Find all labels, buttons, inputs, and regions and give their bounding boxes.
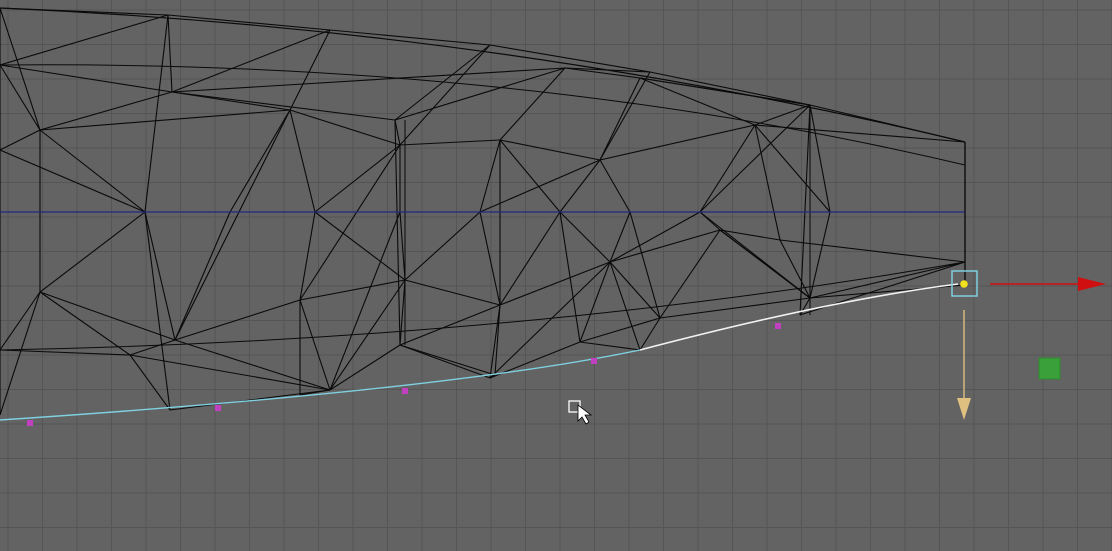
mesh-edge[interactable] [559, 211, 581, 343]
mesh-edge[interactable] [699, 211, 811, 299]
mesh-edge[interactable] [559, 211, 611, 263]
pivot-point-icon[interactable] [960, 280, 968, 288]
mesh-edge[interactable] [754, 124, 831, 213]
selected-vertex[interactable] [27, 420, 33, 426]
mesh-edge[interactable] [699, 124, 756, 213]
mesh-edge[interactable] [329, 279, 406, 391]
selected-vertex[interactable] [402, 388, 408, 394]
mesh-edge[interactable] [399, 304, 501, 346]
mesh-edge[interactable] [171, 29, 331, 93]
mesh-edge[interactable] [699, 104, 811, 213]
mesh-edge[interactable] [174, 109, 291, 341]
mesh-edge[interactable] [659, 229, 721, 319]
x-axis-arrow-icon[interactable] [1078, 277, 1106, 291]
mesh-edge[interactable] [399, 344, 491, 379]
selected-vertex[interactable] [215, 405, 221, 411]
ground-grid [0, 0, 1112, 551]
mesh-edge[interactable] [229, 109, 291, 213]
mesh-edge[interactable] [479, 211, 501, 306]
mesh-edge[interactable] [499, 261, 611, 306]
mesh-edge[interactable] [394, 119, 401, 346]
mesh-edge[interactable] [329, 344, 401, 391]
mesh-edge[interactable] [609, 229, 721, 263]
mesh-edge[interactable] [499, 139, 601, 161]
selected-vertex[interactable] [591, 358, 597, 364]
mesh-edge[interactable] [0, 64, 41, 131]
mesh-edge[interactable] [0, 291, 41, 416]
y-axis-arrow-icon[interactable] [957, 398, 971, 420]
mesh-edge[interactable] [809, 261, 966, 299]
mesh-edge[interactable] [579, 317, 661, 343]
mesh-edge[interactable] [499, 139, 561, 213]
viewport-3d[interactable] [0, 0, 1112, 551]
mesh-edge[interactable] [599, 71, 651, 161]
mesh-edge[interactable] [599, 159, 631, 213]
mesh-edge[interactable] [479, 159, 601, 213]
highlighted-edge-curve[interactable] [639, 283, 959, 351]
mesh-edge[interactable] [609, 211, 701, 263]
mesh-edge[interactable] [479, 139, 501, 213]
mesh-edge[interactable] [167, 14, 173, 93]
arrow-cursor-icon [577, 404, 593, 425]
mesh-edge[interactable] [629, 211, 661, 319]
viewport-scene[interactable] [0, 0, 1112, 551]
mesh-edge[interactable] [39, 291, 176, 341]
scale-handle-icon[interactable] [1038, 357, 1061, 380]
mesh-edge[interactable] [289, 29, 331, 111]
mesh-upper-contour[interactable] [0, 64, 966, 166]
mesh-edge[interactable] [399, 139, 501, 146]
mesh-edge[interactable] [39, 129, 146, 213]
mesh-edge[interactable] [809, 104, 831, 213]
mesh-edge[interactable] [299, 211, 316, 301]
mesh-edge[interactable] [649, 71, 811, 106]
mesh-edge[interactable] [174, 339, 331, 391]
mesh-edge[interactable] [399, 344, 496, 376]
mesh-edge[interactable] [404, 211, 481, 281]
mesh-lower-contour[interactable] [0, 261, 966, 351]
mesh-edge[interactable] [329, 211, 401, 391]
mesh-edge[interactable] [299, 299, 331, 391]
mesh-edge[interactable] [289, 109, 316, 213]
mesh-edge[interactable] [499, 211, 561, 306]
mesh-edge[interactable] [404, 279, 501, 306]
mesh-edge[interactable] [299, 144, 401, 301]
mesh-edge[interactable] [399, 211, 406, 281]
mesh-edge[interactable] [0, 149, 146, 213]
mesh-edge[interactable] [39, 291, 131, 356]
mesh-edge[interactable] [399, 279, 406, 346]
selected-bottom-edge[interactable] [0, 283, 959, 421]
selected-vertex[interactable] [775, 323, 781, 329]
move-manipulator[interactable] [951, 270, 1106, 420]
mesh-edge[interactable] [129, 339, 176, 356]
mesh-edge[interactable] [289, 109, 401, 146]
mesh-edge[interactable] [0, 14, 169, 66]
mesh-edge[interactable] [599, 124, 756, 161]
mesh-edge[interactable] [0, 7, 41, 131]
mesh-edge[interactable] [394, 44, 491, 121]
mesh-edge[interactable] [329, 29, 491, 46]
mesh-edge[interactable] [609, 211, 631, 263]
mesh-edge[interactable] [579, 341, 641, 351]
mesh-edge[interactable] [394, 67, 566, 121]
mouse-cursor [568, 400, 593, 425]
mesh-edge[interactable] [0, 129, 41, 151]
mesh-edge[interactable] [639, 77, 811, 106]
mesh-edge[interactable] [609, 261, 641, 351]
mesh-edge[interactable] [314, 211, 406, 281]
